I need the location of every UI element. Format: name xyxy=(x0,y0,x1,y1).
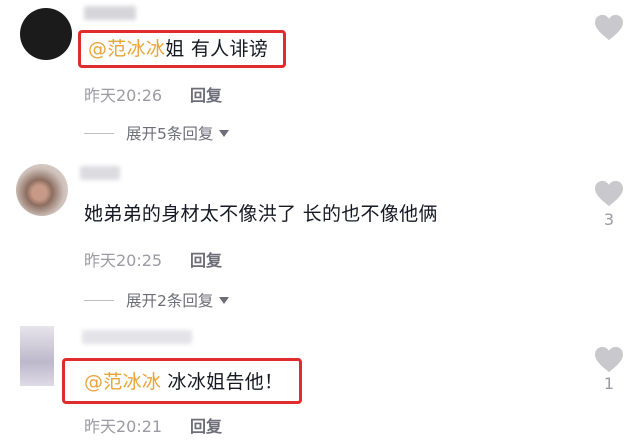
avatar[interactable] xyxy=(16,164,68,216)
heart-icon xyxy=(595,14,623,41)
like-button[interactable] xyxy=(594,14,628,42)
like-button[interactable] xyxy=(594,180,628,208)
username-blurred[interactable] xyxy=(82,330,192,344)
heart-icon xyxy=(595,346,623,373)
username-blurred[interactable] xyxy=(84,6,136,20)
comment-timestamp: 昨天20:25 xyxy=(84,251,163,270)
like-count: 1 xyxy=(603,374,615,393)
mention-link[interactable]: @范冰冰 xyxy=(84,371,161,393)
like-button[interactable] xyxy=(594,346,628,374)
avatar[interactable] xyxy=(20,8,72,60)
heart-icon xyxy=(595,180,623,207)
comment-timestamp: 昨天20:21 xyxy=(84,417,163,436)
reply-button[interactable]: 回复 xyxy=(190,413,222,437)
comment-text: @范冰冰姐 有人诽谤 xyxy=(88,37,268,61)
comment-text: 她弟弟的身材太不像洪了 长的也不像他俩 xyxy=(84,203,438,225)
comment-item: @范冰冰姐 有人诽谤 昨天20:26 回复 展开5条回复 xyxy=(0,0,641,150)
expand-replies-button[interactable]: 展开2条回复 xyxy=(84,289,230,311)
chevron-down-icon xyxy=(219,296,230,304)
divider-dash xyxy=(84,299,114,301)
expand-replies-label: 展开2条回复 xyxy=(126,292,214,310)
username-blurred[interactable] xyxy=(80,166,120,180)
comment-item: 她弟弟的身材太不像洪了 长的也不像他俩 昨天20:25 回复 展开2条回复 3 xyxy=(0,150,641,320)
reply-button[interactable]: 回复 xyxy=(190,82,222,106)
comment-body: 冰冰姐告他！ xyxy=(161,371,284,393)
mention-link[interactable]: @范冰冰 xyxy=(88,38,165,60)
reply-button[interactable]: 回复 xyxy=(190,247,222,271)
expand-replies-label: 展开5条回复 xyxy=(126,125,214,143)
avatar[interactable] xyxy=(20,326,54,386)
comment-item: @范冰冰 冰冰姐告他！ 昨天20:21 回复 1 xyxy=(0,320,641,444)
chevron-down-icon xyxy=(219,129,230,137)
comment-timestamp: 昨天20:26 xyxy=(84,86,163,105)
comment-body: 姐 有人诽谤 xyxy=(165,38,269,60)
divider-dash xyxy=(84,132,114,134)
expand-replies-button[interactable]: 展开5条回复 xyxy=(84,122,230,144)
like-count: 3 xyxy=(603,210,615,229)
comment-text: @范冰冰 冰冰姐告他！ xyxy=(84,370,283,394)
